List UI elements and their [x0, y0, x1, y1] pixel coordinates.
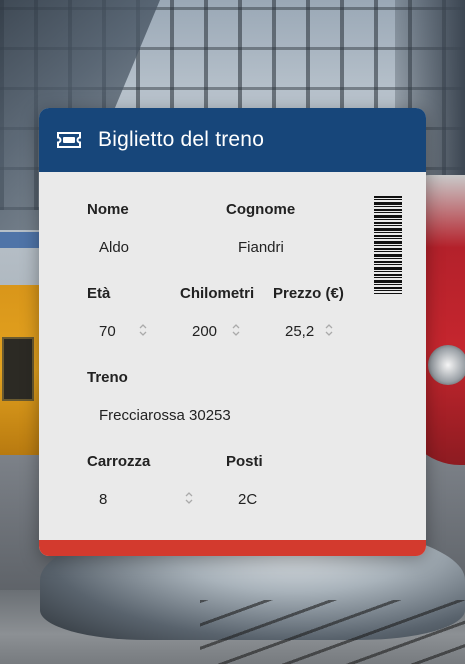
rails	[200, 600, 465, 664]
field-eta-label: Età	[87, 285, 110, 303]
ticket-card: Biglietto del treno Nome Aldo Cognome Fi…	[39, 108, 426, 556]
regional-train-stripe	[0, 232, 42, 248]
carrozza-label: Carrozza	[87, 453, 151, 470]
eta-input[interactable]: 70	[99, 323, 116, 340]
cognome-input[interactable]: Fiandri	[238, 239, 284, 256]
field-carrozza-label: Carrozza	[87, 453, 150, 471]
prezzo-label: Prezzo (€)	[273, 285, 344, 302]
chilometri-label: Chilometri	[180, 285, 255, 302]
chilometri-spinner-icon[interactable]	[231, 323, 241, 337]
field-posti-label: Posti	[226, 453, 263, 471]
field-treno-label: Treno	[87, 369, 128, 387]
eta-label: Età	[87, 285, 111, 302]
field-cognome-label: Cognome	[226, 201, 295, 219]
ticket-footer-stripe	[39, 540, 426, 556]
prezzo-spinner-icon[interactable]	[324, 323, 334, 337]
field-chilometri-label: Chilometri	[180, 285, 254, 303]
barcode-icon	[374, 196, 402, 294]
nome-input[interactable]: Aldo	[99, 239, 129, 256]
train-headlight	[428, 345, 465, 385]
field-prezzo-label: Prezzo (€)	[273, 285, 344, 303]
prezzo-input[interactable]: 25,2	[285, 323, 314, 340]
nome-label: Nome	[87, 201, 129, 218]
carrozza-spinner-icon[interactable]	[184, 491, 194, 505]
treno-input[interactable]: Frecciarossa 30253	[99, 407, 231, 424]
eta-spinner-icon[interactable]	[138, 323, 148, 337]
carrozza-input[interactable]: 8	[99, 491, 107, 508]
ticket-header: Biglietto del treno	[39, 108, 426, 172]
train-window	[2, 337, 34, 401]
ticket-icon	[57, 132, 81, 148]
posti-label: Posti	[226, 453, 263, 470]
regional-train	[0, 285, 42, 455]
ticket-title: Biglietto del treno	[98, 128, 265, 151]
cognome-label: Cognome	[226, 201, 296, 218]
treno-label: Treno	[87, 369, 128, 386]
chilometri-input[interactable]: 200	[192, 323, 217, 340]
field-nome-label: Nome	[87, 201, 129, 219]
posti-input[interactable]: 2C	[238, 491, 257, 508]
